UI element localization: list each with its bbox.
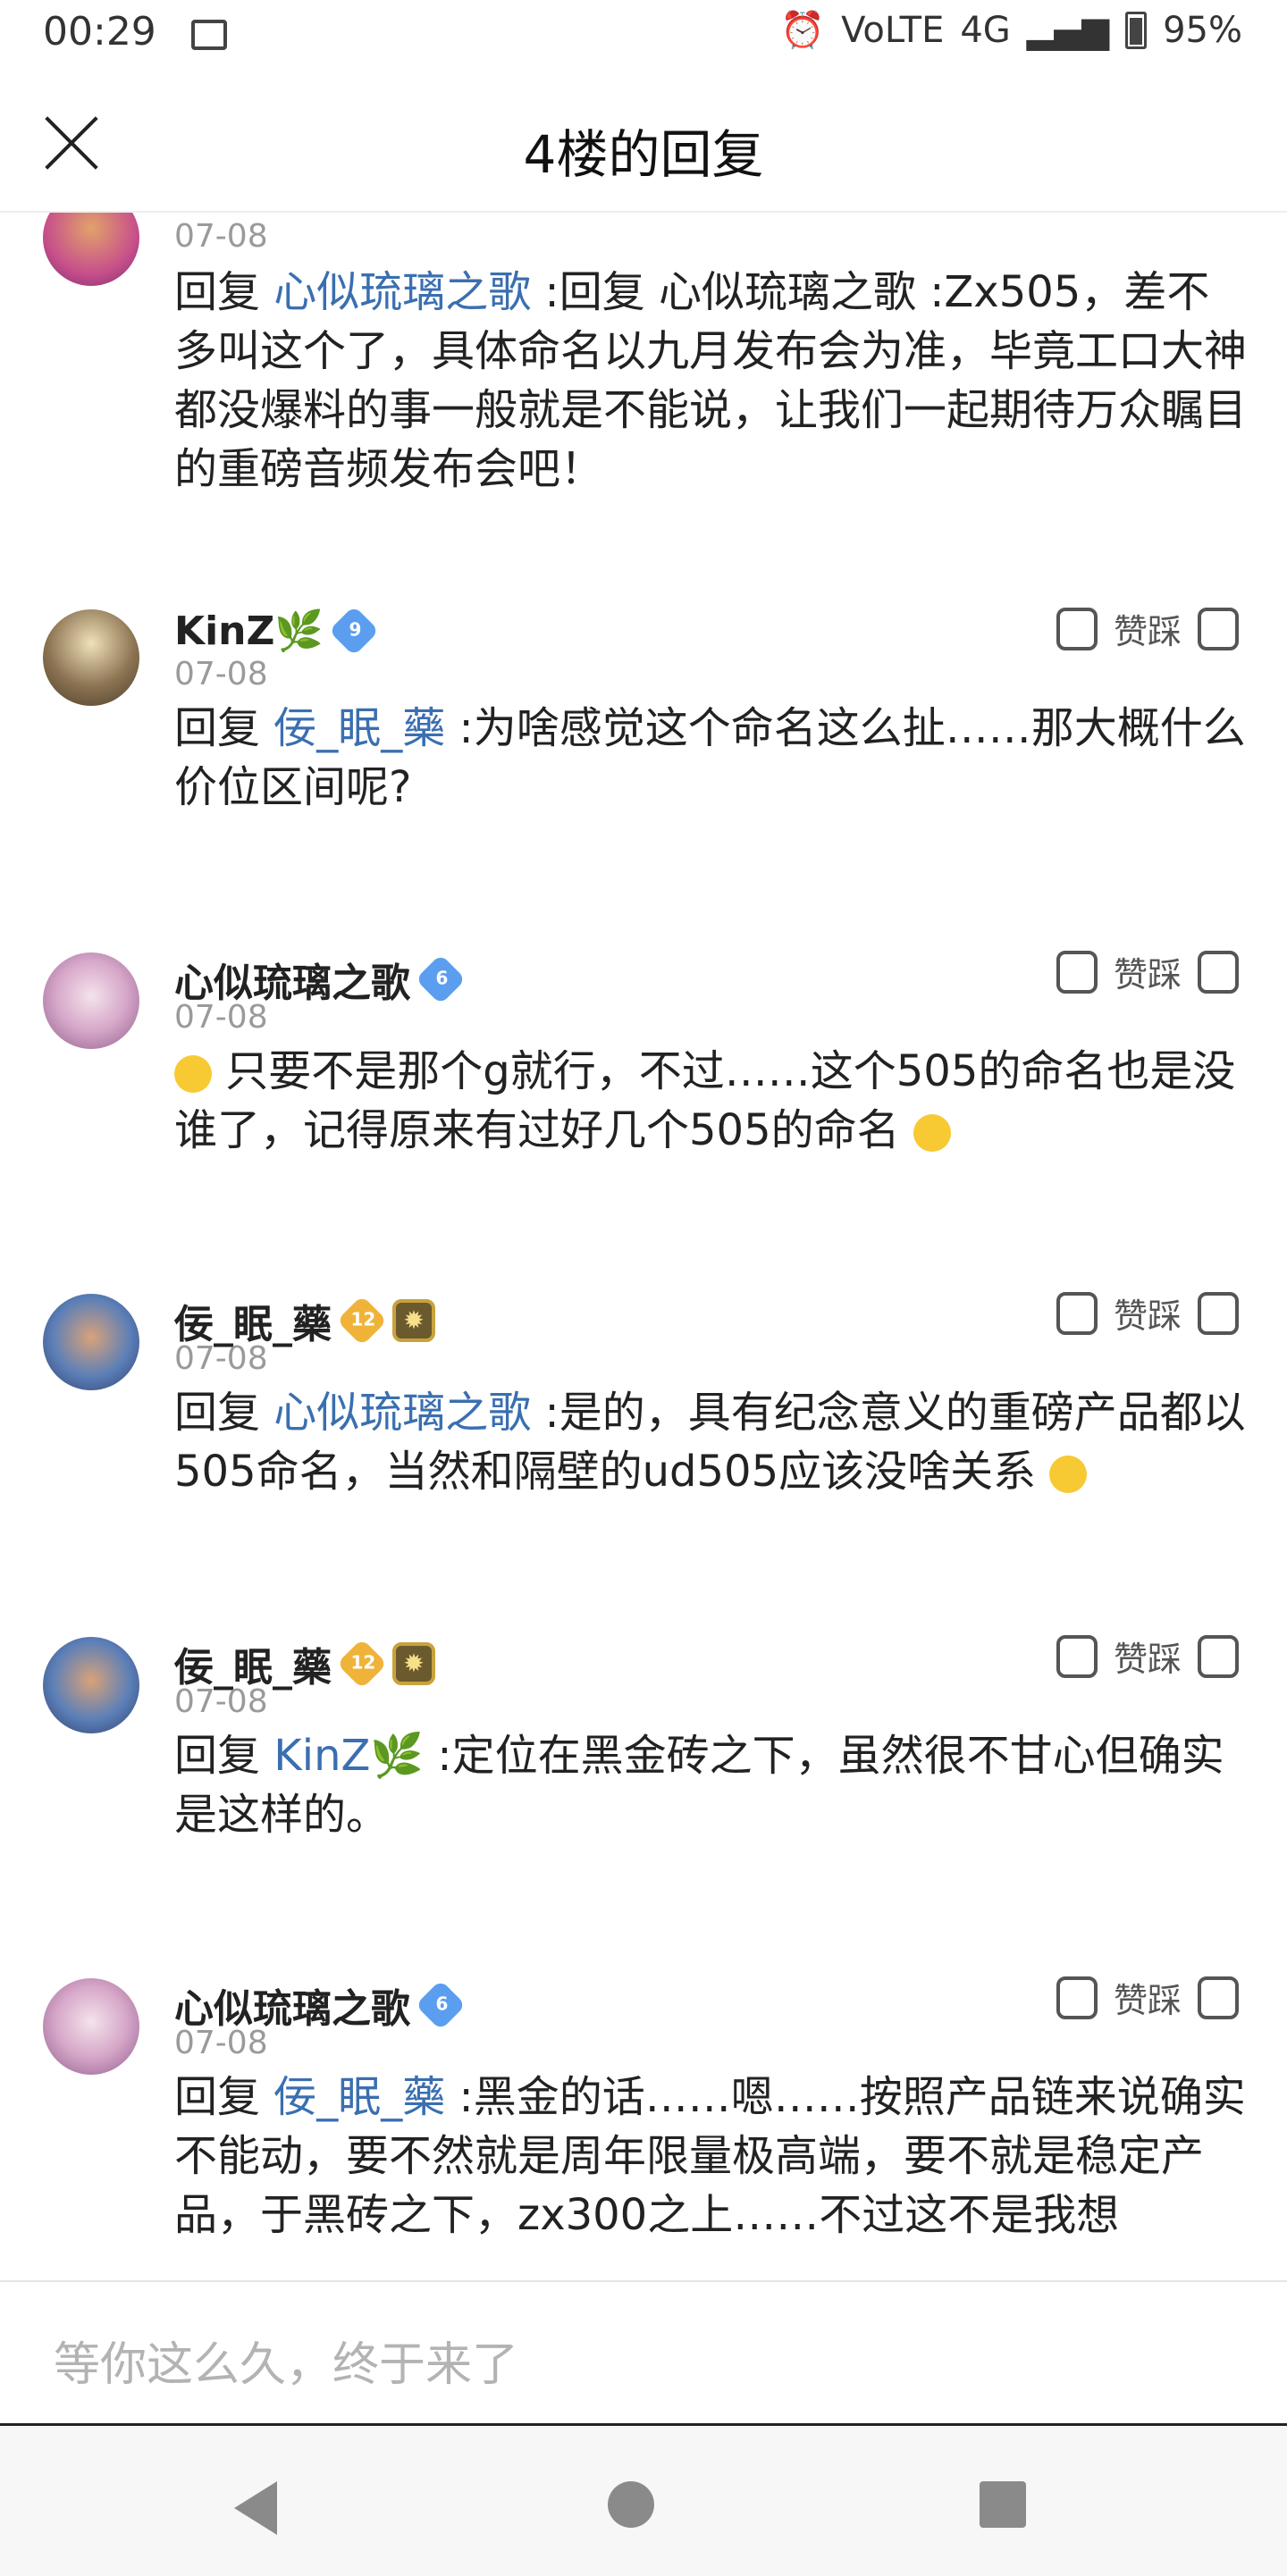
page-title: 4楼的回复: [523, 124, 764, 185]
mention-link[interactable]: 心似琉璃之歌: [273, 1388, 531, 1438]
vote-controls: 赞踩: [1056, 947, 1239, 996]
vote-controls: 赞踩: [1056, 1288, 1239, 1338]
comment-date: 07-08: [174, 2025, 268, 2061]
medal-icon: ✹: [392, 1642, 435, 1685]
reply-list[interactable]: 07-08 回复 心似琉璃之歌 :回复 心似琉璃之歌 :Zx505，差不多叫这个…: [0, 213, 1287, 2278]
top-app-bar: 4楼的回复: [0, 75, 1287, 213]
emoji-icon: [1049, 1456, 1088, 1493]
comment-text: 回复 心似琉璃之歌 :回复 心似琉璃之歌 :Zx505，差不多叫这个了，具体命名…: [174, 263, 1247, 499]
signal-icon: ▂▄▆: [1026, 9, 1110, 51]
reply-prefix: 回复: [174, 1388, 261, 1438]
comment-text: 回复 KinZ🌿 :定位在黑金砖之下，虽然很不甘心但确实是这样的。: [174, 1726, 1247, 1844]
avatar[interactable]: [43, 952, 139, 1049]
avatar[interactable]: [43, 1637, 139, 1733]
emoji-icon: [174, 1055, 212, 1093]
avatar[interactable]: [43, 609, 139, 706]
comment-date: 07-08: [174, 999, 268, 1036]
reply-input[interactable]: 等你这么久，终于来了: [54, 2327, 518, 2394]
vote-controls: 赞踩: [1056, 1632, 1239, 1681]
recent-apps-icon[interactable]: [980, 2481, 1026, 2528]
battery-percent: 95%: [1163, 9, 1242, 51]
network-type: 4G: [960, 9, 1011, 51]
reply-prefix: 回复: [174, 1731, 261, 1781]
comment-date: 07-08: [174, 656, 268, 692]
system-nav-bar: [0, 2423, 1287, 2576]
vote-controls: 赞踩: [1056, 1973, 1239, 2022]
reply-input-bar: 等你这么久，终于来了: [0, 2280, 1287, 2425]
avatar[interactable]: [43, 1294, 139, 1390]
reply-prefix: 回复: [174, 267, 261, 317]
thumbs-up-icon[interactable]: [1056, 950, 1098, 994]
mention-link[interactable]: KinZ🌿: [273, 1731, 424, 1781]
status-icons: ⏰ VoLTE 4G ▂▄▆ 95%: [780, 9, 1242, 52]
vote-label: 赞踩: [1113, 955, 1182, 994]
reply-prefix: 回复: [174, 2072, 261, 2122]
thumbs-up-icon[interactable]: [1056, 607, 1098, 650]
comment-text: 回复 佞_眠_藥 :黑金的话……嗯……按照产品链来说确实不能动，要不然就是周年限…: [174, 2068, 1247, 2245]
thumbs-down-icon[interactable]: [1198, 1291, 1239, 1335]
comment-text: 只要不是那个g就行，不过……这个505的命名也是没谁了，记得原来有过好几个505…: [174, 1042, 1247, 1160]
vote-label: 赞踩: [1113, 1981, 1182, 2020]
comment-date: 07-08: [174, 218, 268, 255]
thumbs-up-icon[interactable]: [1056, 1634, 1098, 1678]
thumbs-down-icon[interactable]: [1198, 607, 1239, 650]
comment-text: 回复 心似琉璃之歌 :是的，具有纪念意义的重磅产品都以505命名，当然和隔壁的u…: [174, 1383, 1247, 1501]
thumbs-up-icon[interactable]: [1056, 1291, 1098, 1335]
back-icon[interactable]: [234, 2481, 277, 2535]
level-badge: 12: [336, 1638, 388, 1690]
mention-link[interactable]: 佞_眠_藥: [273, 2072, 445, 2122]
username-text: KinZ🌿: [174, 608, 324, 654]
mention-link[interactable]: 心似琉璃之歌: [273, 267, 531, 317]
status-time: 00:29: [43, 9, 156, 55]
thumbs-down-icon[interactable]: [1198, 1634, 1239, 1678]
thumbs-up-icon[interactable]: [1056, 1976, 1098, 2019]
volte-icon: VoLTE: [841, 9, 945, 51]
vote-controls: 赞踩: [1056, 604, 1239, 653]
avatar[interactable]: [43, 213, 139, 286]
avatar[interactable]: [43, 1978, 139, 2075]
username[interactable]: KinZ🌿 9: [174, 605, 380, 657]
comment-date: 07-08: [174, 1683, 268, 1720]
emoji-icon: [913, 1114, 951, 1152]
battery-icon: [1125, 11, 1148, 49]
reply-prefix: 回复: [174, 703, 261, 753]
level-badge: 6: [415, 953, 467, 1005]
image-notification-icon: [191, 20, 227, 50]
level-badge: 12: [336, 1295, 388, 1347]
vote-label: 赞踩: [1113, 1296, 1182, 1336]
level-badge: 9: [328, 605, 380, 657]
status-bar: 00:29 ⏰ VoLTE 4G ▂▄▆ 95%: [0, 0, 1287, 75]
mention-link[interactable]: 佞_眠_藥: [273, 703, 445, 753]
vote-label: 赞踩: [1113, 612, 1182, 651]
medal-icon: ✹: [392, 1299, 435, 1342]
comment-date: 07-08: [174, 1340, 268, 1377]
home-icon[interactable]: [608, 2481, 654, 2528]
alarm-icon: ⏰: [780, 10, 826, 51]
thumbs-down-icon[interactable]: [1198, 1976, 1239, 2019]
level-badge: 6: [415, 1979, 467, 2031]
comment-body: 只要不是那个g就行，不过……这个505的命名也是没谁了，记得原来有过好几个505…: [174, 1046, 1236, 1155]
comment-text: 回复 佞_眠_藥 :为啥感觉这个命名这么扯……那大概什么价位区间呢?: [174, 699, 1247, 817]
thumbs-down-icon[interactable]: [1198, 950, 1239, 994]
vote-label: 赞踩: [1113, 1640, 1182, 1679]
